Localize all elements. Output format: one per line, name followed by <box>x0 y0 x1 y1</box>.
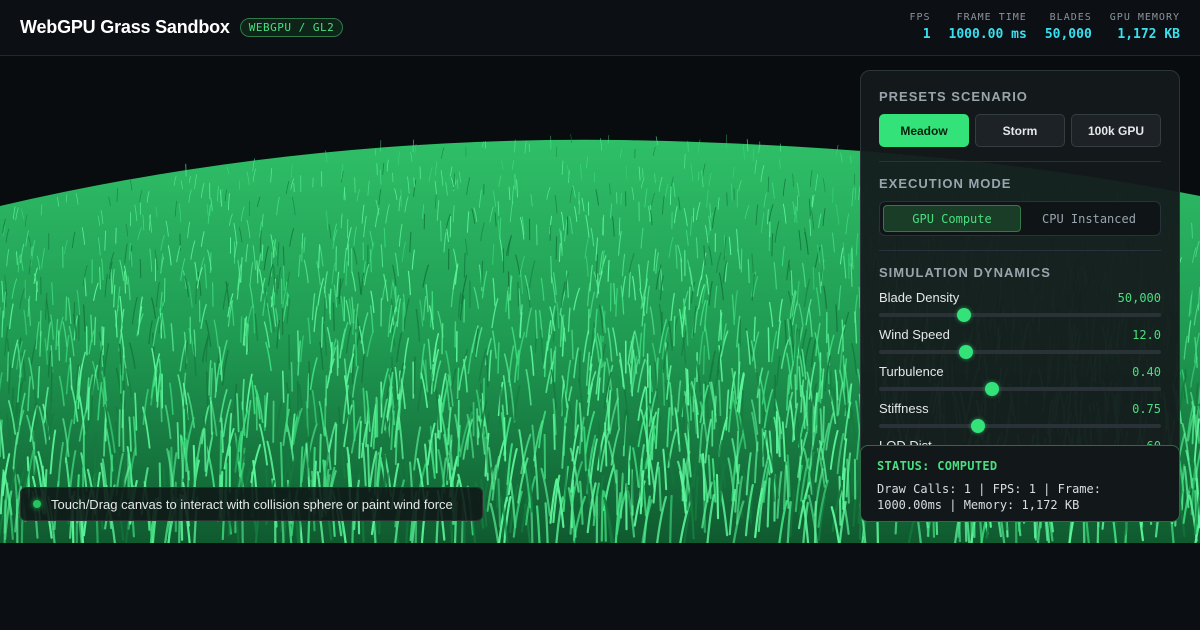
preset-storm-button[interactable]: Storm <box>975 114 1065 147</box>
slider-label: Blade Density <box>879 290 960 305</box>
mode-cpu-instanced-button[interactable]: CPU Instanced <box>1021 205 1157 232</box>
presets-title: PRESETS SCENARIO <box>879 89 1028 104</box>
stat-frame-time: FRAME TIME 1000.00 ms <box>949 12 1027 42</box>
mode-gpu-compute-button[interactable]: GPU Compute <box>883 205 1021 232</box>
execution-mode-toggle: GPU Compute CPU Instanced <box>879 201 1161 236</box>
app-title: WebGPU Grass Sandbox <box>20 17 230 37</box>
slider-stiffness: Stiffness 0.75 <box>879 401 1161 433</box>
stat-blades: BLADES 50,000 <box>1045 12 1092 42</box>
stat-fps: FPS 1 <box>909 12 930 42</box>
divider <box>879 250 1161 251</box>
slider-thumb[interactable] <box>956 308 971 322</box>
stat-label: BLADES <box>1049 12 1092 23</box>
slider-track[interactable] <box>879 382 1161 396</box>
stat-value: 50,000 <box>1044 27 1092 42</box>
app-header: WebGPU Grass Sandbox WEBGPU / GL2 FPS 1 … <box>0 0 1200 56</box>
preset-100k-gpu-button[interactable]: 100k GPU <box>1071 114 1161 147</box>
slider-value: 12.0 <box>1132 327 1161 342</box>
slider-label: Wind Speed <box>879 327 950 342</box>
stat-label: FPS <box>909 12 931 23</box>
stat-value: 1000.00 ms <box>948 27 1027 42</box>
slider-track[interactable] <box>879 345 1161 359</box>
slider-thumb[interactable] <box>984 382 999 396</box>
interaction-hint: Touch/Drag canvas to interact with colli… <box>20 487 483 521</box>
status-card: STATUS: COMPUTED Draw Calls: 1 | FPS: 1 … <box>860 445 1180 522</box>
stats-bar: FPS 1 FRAME TIME 1000.00 ms BLADES 50,00… <box>909 12 1180 42</box>
status-title: STATUS: COMPUTED <box>877 459 998 473</box>
slider-thumb[interactable] <box>970 419 985 433</box>
status-dot-icon <box>33 500 41 508</box>
execution-mode-title: EXECUTION MODE <box>879 176 1012 191</box>
stat-value: 1 <box>922 27 931 42</box>
slider-label: Turbulence <box>879 364 944 379</box>
stat-value: 1,172 KB <box>1117 27 1180 42</box>
stat-gpu-memory: GPU MEMORY 1,172 KB <box>1110 12 1180 42</box>
stat-label: FRAME TIME <box>956 12 1027 23</box>
dynamics-title: SIMULATION DYNAMICS <box>879 265 1051 280</box>
status-detail: Draw Calls: 1 | FPS: 1 | Frame: 1000.00m… <box>877 482 1101 512</box>
preset-meadow-button[interactable]: Meadow <box>879 114 969 147</box>
slider-value: 50,000 <box>1117 290 1161 305</box>
slider-blade-density: Blade Density 50,000 <box>879 290 1161 322</box>
slider-track[interactable] <box>879 308 1161 322</box>
stat-label: GPU MEMORY <box>1109 12 1180 23</box>
slider-track[interactable] <box>879 419 1161 433</box>
slider-thumb[interactable] <box>959 345 974 359</box>
divider <box>879 161 1161 162</box>
slider-value: 0.40 <box>1132 364 1161 379</box>
hint-text: Touch/Drag canvas to interact with colli… <box>51 496 453 512</box>
api-badge: WEBGPU / GL2 <box>239 18 344 37</box>
slider-turbulence: Turbulence 0.40 <box>879 364 1161 396</box>
preset-group: Meadow Storm 100k GPU <box>879 114 1161 147</box>
slider-wind-speed: Wind Speed 12.0 <box>879 327 1161 359</box>
slider-list: Blade Density 50,000 Wind Speed 12.0 Tur… <box>879 290 1161 470</box>
slider-value: 0.75 <box>1132 401 1161 416</box>
slider-label: Stiffness <box>879 401 929 416</box>
